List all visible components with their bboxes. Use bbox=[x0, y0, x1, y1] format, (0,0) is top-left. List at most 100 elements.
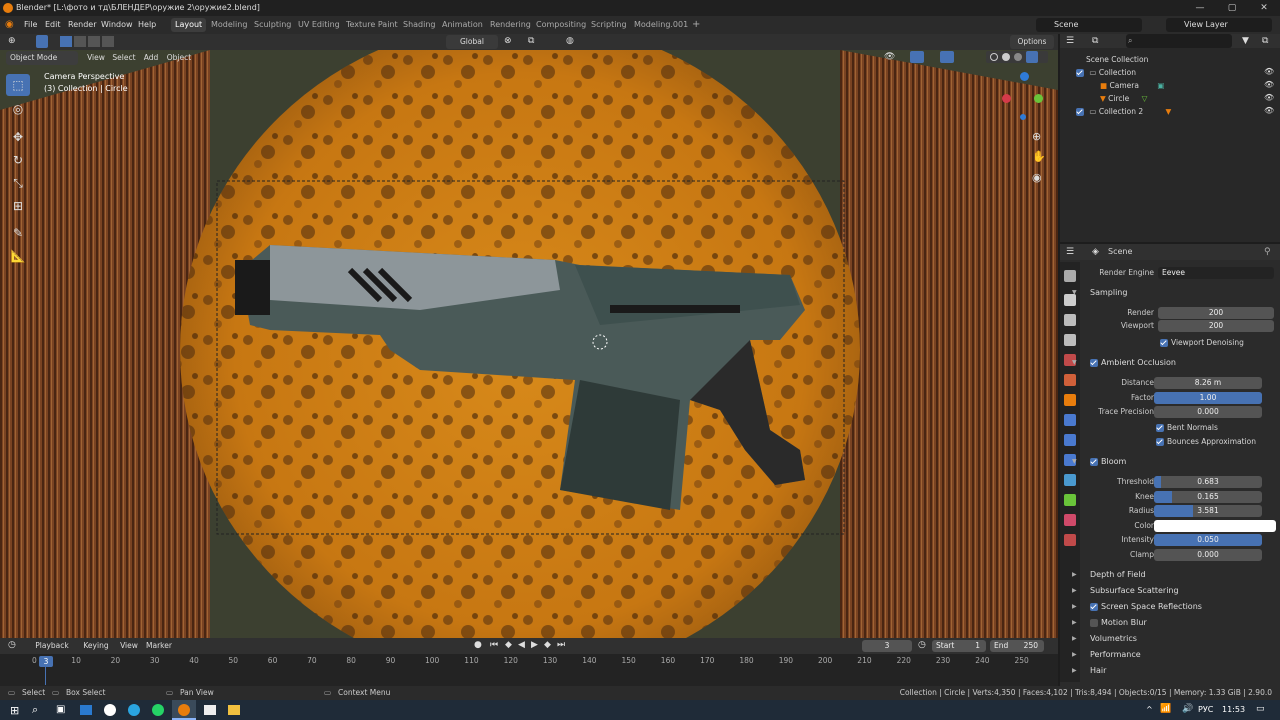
menu-help[interactable]: Help bbox=[138, 16, 156, 34]
x-axis-icon[interactable] bbox=[1002, 94, 1011, 103]
play-icon[interactable]: ▶ bbox=[531, 640, 538, 650]
rendered-shading-icon[interactable] bbox=[1026, 51, 1038, 63]
add-workspace-button[interactable]: + bbox=[688, 18, 704, 32]
tab-modeling-001[interactable]: Modeling.001 bbox=[630, 18, 692, 32]
tab-modeling[interactable]: Modeling bbox=[207, 18, 251, 32]
wireframe-shading-icon[interactable] bbox=[990, 53, 998, 61]
rotate-tool-icon[interactable]: ↻ bbox=[6, 149, 30, 171]
jump-start-icon[interactable]: ⏮ bbox=[490, 640, 498, 650]
blender-menu-icon[interactable]: ◉ bbox=[5, 16, 14, 34]
tab-uv-editing[interactable]: UV Editing bbox=[294, 18, 344, 32]
task-view-icon[interactable]: ▣ bbox=[56, 704, 65, 715]
panel-screen-space-reflections[interactable]: Screen Space Reflections bbox=[1090, 600, 1202, 614]
expand-icon[interactable]: ▶ bbox=[1072, 584, 1077, 598]
language-indicator[interactable]: РУС bbox=[1198, 705, 1213, 714]
tab-scripting[interactable]: Scripting bbox=[587, 18, 631, 32]
tab-animation[interactable]: Animation bbox=[438, 18, 487, 32]
bloom-expand-icon[interactable]: ▼ bbox=[1072, 455, 1077, 469]
view-layer-tab-icon[interactable] bbox=[1064, 334, 1076, 346]
panel-performance[interactable]: Performance bbox=[1090, 648, 1141, 662]
measure-tool-icon[interactable]: 📐 bbox=[6, 245, 30, 267]
yandex-browser-icon[interactable] bbox=[104, 704, 116, 716]
app-icon[interactable] bbox=[204, 705, 216, 715]
select-box-tool-icon[interactable]: ⬚ bbox=[6, 74, 30, 96]
display-mode-icon[interactable]: ⧉ bbox=[1092, 36, 1098, 46]
ao-expand-icon[interactable]: ▼ bbox=[1072, 356, 1077, 370]
eye-icon[interactable]: 👁 bbox=[1264, 67, 1274, 76]
sampling-expand-icon[interactable]: ▼ bbox=[1072, 286, 1077, 300]
camera-view-icon[interactable]: ◉ bbox=[1032, 171, 1042, 184]
outliner-item-collection[interactable]: ▭ Collection bbox=[1076, 66, 1276, 79]
bloom-knee-slider[interactable]: 0.165 bbox=[1154, 491, 1262, 503]
pin-icon[interactable]: ⚲ bbox=[1264, 247, 1271, 257]
panel-motion-blur[interactable]: Motion Blur bbox=[1090, 616, 1147, 630]
selection-mode-buttons[interactable] bbox=[60, 36, 122, 47]
transform-orientation-selector[interactable]: Global bbox=[446, 35, 498, 49]
snap-icon[interactable]: ⧉ bbox=[528, 36, 534, 46]
scale-tool-icon[interactable]: ⤡ bbox=[6, 172, 30, 194]
gizmo-toggle-icon[interactable] bbox=[910, 51, 924, 63]
tab-texture-paint[interactable]: Texture Paint bbox=[342, 18, 402, 32]
subtract-selection-icon[interactable] bbox=[88, 36, 100, 47]
play-reverse-icon[interactable]: ◀ bbox=[518, 640, 525, 650]
tab-layout[interactable]: Layout bbox=[171, 18, 207, 32]
modifier-tab-icon[interactable] bbox=[1064, 414, 1076, 426]
network-icon[interactable]: 📶 bbox=[1160, 704, 1171, 714]
transform-tool-icon[interactable]: ⊞ bbox=[6, 195, 30, 217]
tool-tab-icon[interactable] bbox=[1064, 270, 1076, 282]
bloom-radius-slider[interactable]: 3.581 bbox=[1154, 505, 1262, 517]
menu-render[interactable]: Render bbox=[68, 16, 96, 34]
bloom-enabled-checkbox[interactable] bbox=[1090, 457, 1098, 466]
options-button[interactable]: Options bbox=[1010, 35, 1054, 49]
clock[interactable]: 11:53 bbox=[1222, 705, 1245, 714]
material-shading-icon[interactable] bbox=[1014, 53, 1022, 61]
overlay-toggle-icon[interactable] bbox=[940, 51, 954, 63]
maximize-button[interactable]: ▢ bbox=[1216, 0, 1248, 16]
material-tab-icon[interactable] bbox=[1064, 514, 1076, 526]
particles-tab-icon[interactable] bbox=[1064, 434, 1076, 446]
collection-enabled-checkbox[interactable] bbox=[1076, 69, 1084, 77]
3d-viewport[interactable]: Camera Perspective (3) Collection | Circ… bbox=[0, 50, 1058, 638]
menu-marker[interactable]: Marker bbox=[144, 639, 174, 653]
outliner-scene-collection[interactable]: Scene Collection bbox=[1086, 53, 1148, 66]
zoom-icon[interactable]: ⊕ bbox=[1032, 130, 1041, 143]
menu-object[interactable]: Object bbox=[165, 51, 193, 65]
ssr-enabled-checkbox[interactable] bbox=[1090, 602, 1098, 611]
menu-window[interactable]: Window bbox=[101, 16, 133, 34]
timeline-area[interactable]: 0 10 20 30 40 50 60 70 80 90 100 110 120 130 140 150 160… bbox=[0, 654, 1058, 686]
y-axis-icon[interactable] bbox=[1034, 94, 1043, 103]
end-frame-field[interactable]: End 250 bbox=[990, 640, 1044, 652]
record-icon[interactable]: ● bbox=[474, 640, 482, 650]
proportional-edit-icon[interactable]: ◍ bbox=[566, 36, 574, 46]
tab-shading[interactable]: Shading bbox=[399, 18, 440, 32]
playhead[interactable]: 3 bbox=[39, 656, 53, 667]
data-tab-icon[interactable] bbox=[1064, 494, 1076, 506]
panel-volumetrics[interactable]: Volumetrics bbox=[1090, 632, 1137, 646]
prev-keyframe-icon[interactable]: ◆ bbox=[505, 640, 512, 650]
sampling-panel-title[interactable]: Sampling bbox=[1090, 286, 1127, 300]
expand-icon[interactable]: ▶ bbox=[1072, 600, 1077, 614]
bent-normals-toggle[interactable]: Bent Normals bbox=[1156, 421, 1218, 434]
desktop-app-icon[interactable] bbox=[80, 705, 92, 715]
new-collection-icon[interactable]: ⧉ bbox=[1262, 36, 1268, 46]
tab-rendering[interactable]: Rendering bbox=[486, 18, 535, 32]
texture-tab-icon[interactable] bbox=[1064, 534, 1076, 546]
ao-factor-slider[interactable]: 1.00 bbox=[1154, 392, 1262, 404]
tab-sculpting[interactable]: Sculpting bbox=[250, 18, 295, 32]
scene-selector[interactable]: Scene bbox=[1036, 18, 1142, 32]
jump-end-icon[interactable]: ⏭ bbox=[557, 640, 565, 650]
notifications-icon[interactable]: ▭ bbox=[1256, 704, 1265, 714]
panel-depth-of-field[interactable]: Depth of Field bbox=[1090, 568, 1146, 582]
menu-add[interactable]: Add bbox=[140, 51, 162, 65]
eye-icon[interactable]: 👁 bbox=[1264, 93, 1274, 102]
sampling-viewport-field[interactable]: 200 bbox=[1158, 320, 1274, 332]
eye-icon[interactable]: 👁 bbox=[1264, 80, 1274, 89]
bloom-intensity-slider[interactable]: 0.050 bbox=[1154, 534, 1262, 546]
outliner-search-input[interactable] bbox=[1126, 34, 1232, 48]
pan-hand-icon[interactable]: ✋ bbox=[1032, 150, 1046, 163]
navigation-gizmo[interactable] bbox=[1002, 72, 1046, 124]
world-tab-icon[interactable] bbox=[1064, 374, 1076, 386]
bloom-panel-title[interactable]: Bloom bbox=[1090, 455, 1126, 469]
shading-mode-buttons[interactable] bbox=[986, 51, 1048, 63]
pivot-point-icon[interactable]: ⊗ bbox=[504, 36, 512, 46]
